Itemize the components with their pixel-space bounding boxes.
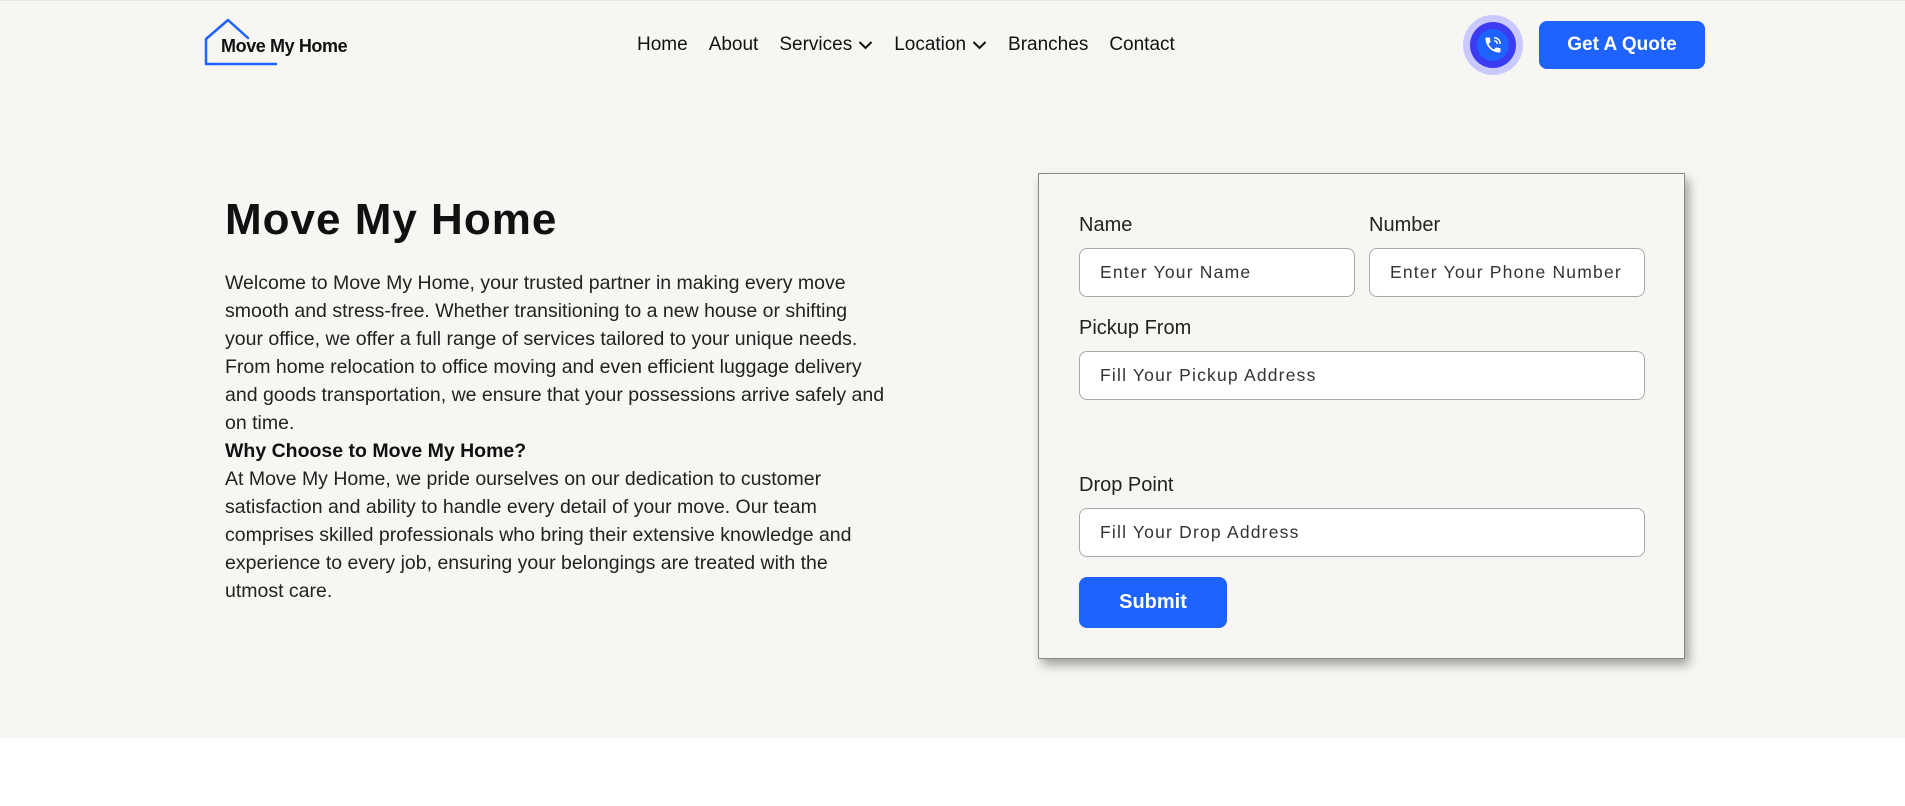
- why-heading: Why Choose to Move My Home?: [225, 440, 527, 462]
- pickup-field[interactable]: [1079, 351, 1645, 400]
- page-title: Move My Home: [225, 195, 558, 244]
- pickup-label: Pickup From: [1079, 317, 1192, 339]
- why-paragraph: At Move My Home, we pride ourselves on o…: [225, 468, 852, 602]
- phone-call-icon: [1485, 37, 1501, 53]
- get-quote-button[interactable]: Get A Quote: [1539, 21, 1705, 69]
- nav-label: Services: [779, 34, 853, 55]
- nav-location[interactable]: Location: [894, 34, 987, 56]
- nav-home[interactable]: Home: [637, 34, 688, 56]
- call-button-ring: [1470, 22, 1516, 68]
- nav-label: Home: [637, 34, 688, 55]
- nav-label: About: [708, 34, 759, 55]
- call-button-core: [1477, 29, 1509, 61]
- nav-branches[interactable]: Branches: [1008, 34, 1088, 56]
- logo[interactable]: Move My Home: [204, 17, 354, 69]
- drop-field[interactable]: [1079, 508, 1645, 557]
- name-label: Name: [1079, 214, 1133, 236]
- nav-label: Location: [894, 34, 967, 55]
- nav-about[interactable]: About: [709, 34, 759, 56]
- page: Move My Home Home About Services Locatio…: [0, 0, 1905, 806]
- main-nav: Home About Services Location Branches Co…: [637, 34, 1175, 56]
- name-field[interactable]: [1079, 248, 1355, 297]
- call-button[interactable]: [1463, 15, 1523, 75]
- drop-label: Drop Point: [1079, 474, 1174, 496]
- number-field[interactable]: [1369, 248, 1645, 297]
- brand-name: Move My Home: [221, 36, 348, 56]
- intro-copy: Welcome to Move My Home, your trusted pa…: [225, 269, 885, 605]
- number-label: Number: [1369, 214, 1441, 236]
- nav-label: Contact: [1109, 34, 1175, 55]
- chevron-down-icon: [972, 41, 987, 50]
- intro-paragraph: Welcome to Move My Home, your trusted pa…: [225, 272, 885, 434]
- nav-contact[interactable]: Contact: [1109, 34, 1174, 56]
- quote-form: Name Number Pickup From Drop Point Submi…: [1038, 173, 1685, 659]
- hero-section: Move My Home Home About Services Locatio…: [0, 0, 1905, 738]
- nav-services[interactable]: Services: [779, 34, 873, 56]
- submit-button[interactable]: Submit: [1079, 577, 1227, 628]
- chevron-down-icon: [858, 41, 873, 50]
- nav-label: Branches: [1008, 34, 1089, 55]
